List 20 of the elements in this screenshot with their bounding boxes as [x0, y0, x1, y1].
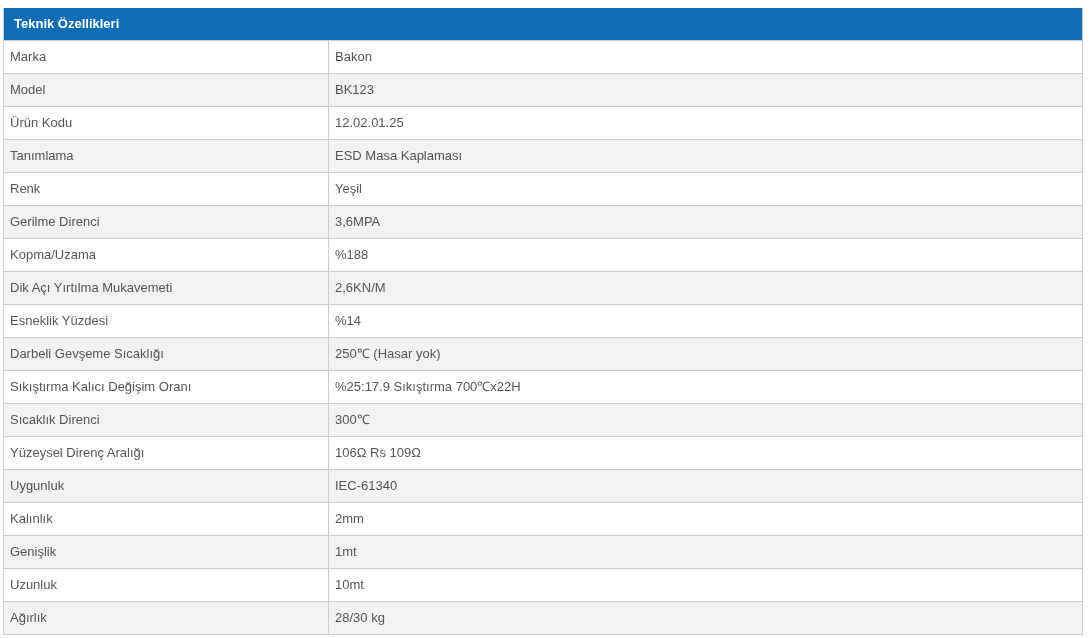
table-title: Teknik Özellikleri — [14, 15, 120, 34]
table-cell-text: 3,6MPA — [334, 213, 382, 232]
table-cell-text: Bakon — [334, 48, 373, 67]
table-cell-text: 106Ω Rs 109Ω — [334, 444, 422, 463]
table-cell-text: 12.02.01.25 — [334, 114, 405, 133]
table-cell-text: %14 — [334, 312, 363, 331]
table-cell-text: 2,6KN/M — [334, 279, 387, 298]
table-cell-text: 1mt — [334, 543, 358, 562]
table-cell-text: 300℃ — [334, 411, 371, 430]
table-cell-text: 250℃ (Hasar yok) — [334, 345, 442, 364]
table-cell-text: 2mm — [334, 510, 365, 529]
table-cell: Ağırlık — [4, 602, 329, 634]
table-cell-text: 28/30 kg — [334, 609, 386, 628]
table-cell-text: %188 — [334, 246, 370, 265]
table-cell-text: %25:17.9 Sıkıştırma 700℃x22H — [334, 378, 522, 397]
table-cell-text: BK123 — [334, 81, 376, 100]
table-cell-text: Yeşil — [334, 180, 363, 199]
table-cell-text: 10mt — [334, 576, 365, 595]
table-cell-text: IEC-61340 — [334, 477, 399, 496]
table-cell-text: ESD Masa Kaplaması — [334, 147, 464, 166]
